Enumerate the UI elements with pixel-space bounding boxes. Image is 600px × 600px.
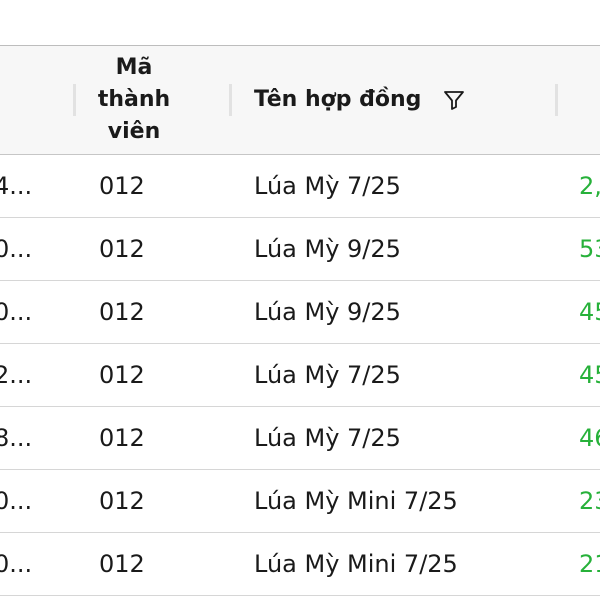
cell-truncated-id: 8...	[0, 424, 33, 452]
cell-contract-name: Lúa Mỳ 9/25	[254, 235, 401, 263]
filter-icon-glyph	[444, 91, 465, 110]
column-resize-handle[interactable]	[73, 84, 76, 116]
header-line: Mã	[115, 55, 153, 80]
cell-member-code: 012	[99, 235, 145, 263]
cell-contract-name: Lúa Mỳ 7/25	[254, 172, 401, 200]
table-row[interactable]: 2... 012 Lúa Mỳ 7/25 45	[0, 344, 600, 407]
cell-member-code: 012	[99, 487, 145, 515]
table-header: o Mã thành viên Tên hợp đồng	[0, 46, 600, 155]
cell-value-partial: 21	[579, 550, 600, 578]
cell-value-partial: 2,	[579, 172, 600, 200]
cell-value-partial: 45	[579, 361, 600, 389]
column-header-member-code[interactable]: Mã thành viên	[84, 46, 184, 154]
table-row[interactable]: 0... 012 Lúa Mỳ 9/25 53	[0, 218, 600, 281]
cell-truncated-id: 2...	[0, 361, 33, 389]
table-viewport: o Mã thành viên Tên hợp đồng 4... 012 Lúa …	[0, 0, 600, 600]
cell-member-code: 012	[99, 550, 145, 578]
cell-truncated-id: 0...	[0, 235, 33, 263]
column-resize-handle[interactable]	[229, 84, 232, 116]
table-top-strip	[0, 0, 600, 46]
cell-member-code: 012	[99, 298, 145, 326]
cell-member-code: 012	[99, 361, 145, 389]
table-row[interactable]: 0... 012 Lúa Mỳ 9/25 45	[0, 281, 600, 344]
table-row[interactable]: 8... 012 Lúa Mỳ 7/25 46	[0, 407, 600, 470]
cell-contract-name: Lúa Mỳ Mini 7/25	[254, 487, 458, 515]
cell-value-partial: 23	[579, 487, 600, 515]
table-row[interactable]: 4... 012 Lúa Mỳ 7/25 2,	[0, 155, 600, 218]
column-header-member-code-label: Mã thành viên	[84, 52, 184, 148]
table-row[interactable]: 0... 012 Lúa Mỳ Mini 7/25 23	[0, 470, 600, 533]
cell-value-partial: 46	[579, 424, 600, 452]
table-body: 4... 012 Lúa Mỳ 7/25 2, 0... 012 Lúa Mỳ 9/25 53…	[0, 155, 600, 596]
cell-contract-name: Lúa Mỳ 7/25	[254, 361, 401, 389]
cell-truncated-id: 4...	[0, 172, 33, 200]
header-line: thành	[97, 87, 171, 112]
column-resize-handle[interactable]	[555, 84, 558, 116]
cell-truncated-id: 0...	[0, 487, 33, 515]
cell-value-partial: 53	[579, 235, 600, 263]
column-header-partial[interactable]: o	[0, 46, 32, 154]
cell-truncated-id: 0...	[0, 298, 33, 326]
cell-contract-name: Lúa Mỳ 9/25	[254, 298, 401, 326]
cell-member-code: 012	[99, 424, 145, 452]
filter-icon[interactable]	[441, 87, 467, 113]
table-row[interactable]: 0... 012 Lúa Mỳ Mini 7/25 21	[0, 533, 600, 596]
cell-value-partial: 45	[579, 298, 600, 326]
cell-truncated-id: 0...	[0, 550, 33, 578]
header-line: viên	[107, 119, 161, 144]
cell-contract-name: Lúa Mỳ Mini 7/25	[254, 550, 458, 578]
column-header-contract-name[interactable]: Tên hợp đồng	[254, 46, 514, 154]
column-header-contract-name-label: Tên hợp đồng	[254, 87, 422, 112]
cell-member-code: 012	[99, 172, 145, 200]
cell-contract-name: Lúa Mỳ 7/25	[254, 424, 401, 452]
